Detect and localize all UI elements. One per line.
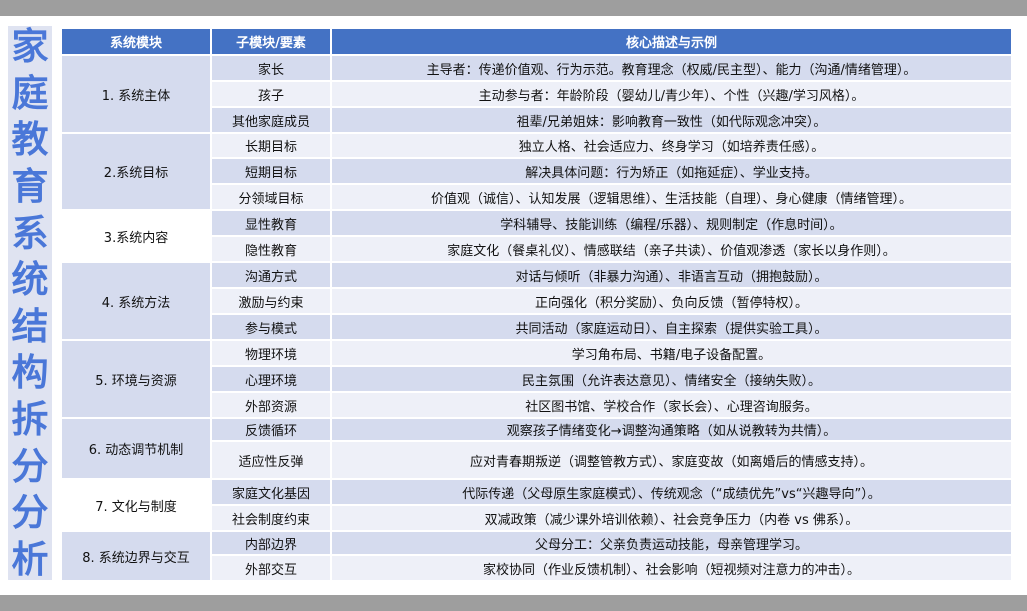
side-title-char: 统	[11, 258, 49, 302]
description-cell: 社区图书馆、学校合作（家长会）、心理咨询服务。	[330, 391, 1013, 419]
description-cell: 民主氛围（允许表达意见）、情绪安全（接纳失败）。	[330, 365, 1013, 393]
submodule-cell: 短期目标	[210, 157, 332, 185]
header-submodule: 子模块/要素	[210, 27, 332, 56]
submodule-cell: 反馈循环	[210, 417, 332, 442]
header-module: 系统模块	[60, 27, 212, 56]
description-cell: 祖辈/兄弟姐妹：影响教育一致性（如代际观念冲突）。	[330, 106, 1013, 134]
module-cell: 6. 动态调节机制	[60, 417, 212, 480]
submodule-cell: 沟通方式	[210, 261, 332, 289]
submodule-cell: 隐性教育	[210, 235, 332, 263]
table-row: 2.系统目标 长期目标 独立人格、社会适应力、终身学习（如培养责任感）。	[60, 132, 1013, 211]
side-title-char: 育	[11, 164, 49, 208]
description-cell: 家校协同（作业反馈机制）、社会影响（短视频对注意力的冲击）。	[330, 554, 1013, 582]
submodule-cell: 显性教育	[210, 209, 332, 237]
side-title-char: 结	[11, 304, 49, 348]
description-cell: 应对青春期叛逆（调整管教方式）、家庭变故（如离婚后的情感支持）。	[330, 440, 1013, 480]
submodule-cell: 内部边界	[210, 530, 332, 556]
side-title-char: 拆	[11, 398, 49, 441]
description-cell: 双减政策（减少课外培训依赖）、社会竞争压力（内卷 vs 佛系）。	[330, 504, 1013, 532]
module-cell: 1. 系统主体	[60, 54, 212, 134]
submodule-cell: 外部资源	[210, 391, 332, 419]
module-cell: 3.系统内容	[60, 209, 212, 263]
submodule-cell: 家长	[210, 54, 332, 82]
submodule-cell: 外部交互	[210, 554, 332, 582]
submodule-cell: 适应性反弹	[210, 440, 332, 480]
side-title-char: 家	[11, 25, 49, 68]
description-cell: 价值观（诚信）、认知发展（逻辑思维）、生活技能（自理）、身心健康（情绪管理）。	[330, 183, 1013, 211]
description-cell: 代际传递（父母原生家庭模式）、传统观念（“成绩优先”vs“兴趣导向”）。	[330, 478, 1013, 506]
side-title-char: 教	[11, 118, 49, 162]
table-row: 5. 环境与资源 物理环境 学习角布局、书籍/电子设备配置。	[60, 339, 1013, 419]
table-row: 6. 动态调节机制 反馈循环 观察孩子情绪变化→调整沟通策略（如从说教转为共情）…	[60, 417, 1013, 480]
module-cell: 8. 系统边界与交互	[60, 530, 212, 582]
description-cell: 主动参与者：年龄阶段（婴幼儿/青少年）、个性（兴趣/学习风格）。	[330, 80, 1013, 108]
side-title-char: 庭	[11, 71, 49, 115]
description-cell: 独立人格、社会适应力、终身学习（如培养责任感）。	[330, 132, 1013, 159]
description-cell: 主导者：传递价值观、行为示范。教育理念（权威/民主型）、能力（沟通/情绪管理）。	[330, 54, 1013, 82]
description-cell: 观察孩子情绪变化→调整沟通策略（如从说教转为共情）。	[330, 417, 1013, 442]
table-row: 8. 系统边界与交互 内部边界 父母分工：父亲负责运动技能，母亲管理学习。	[60, 530, 1013, 582]
side-title-char: 分	[11, 491, 49, 535]
bottom-border-bar	[0, 595, 1027, 611]
description-cell: 父母分工：父亲负责运动技能，母亲管理学习。	[330, 530, 1013, 556]
module-cell: 2.系统目标	[60, 132, 212, 211]
header-description: 核心描述与示例	[330, 27, 1013, 56]
side-title-char: 分	[11, 444, 49, 488]
submodule-cell: 其他家庭成员	[210, 106, 332, 134]
description-cell: 共同活动（家庭运动日）、自主探索（提供实验工具）。	[330, 313, 1013, 341]
table-row: 7. 文化与制度 家庭文化基因 代际传递（父母原生家庭模式）、传统观念（“成绩优…	[60, 478, 1013, 532]
description-cell: 学科辅导、技能训练（编程/乐器）、规则制定（作息时间）。	[330, 209, 1013, 237]
submodule-cell: 参与模式	[210, 313, 332, 341]
side-title-char: 系	[11, 211, 49, 255]
submodule-cell: 孩子	[210, 80, 332, 108]
submodule-cell: 社会制度约束	[210, 504, 332, 532]
table-row: 1. 系统主体 家长 主导者：传递价值观、行为示范。教育理念（权威/民主型）、能…	[60, 54, 1013, 134]
submodule-cell: 心理环境	[210, 365, 332, 393]
submodule-cell: 分领域目标	[210, 183, 332, 211]
description-cell: 学习角布局、书籍/电子设备配置。	[330, 339, 1013, 367]
side-title-char: 构	[11, 351, 49, 395]
module-cell: 7. 文化与制度	[60, 478, 212, 532]
module-cell: 4. 系统方法	[60, 261, 212, 341]
module-cell: 5. 环境与资源	[60, 339, 212, 419]
submodule-cell: 长期目标	[210, 132, 332, 159]
table-row: 4. 系统方法 沟通方式 对话与倾听（非暴力沟通）、非语言互动（拥抱鼓励）。	[60, 261, 1013, 341]
description-cell: 对话与倾听（非暴力沟通）、非语言互动（拥抱鼓励）。	[330, 261, 1013, 289]
table-row: 3.系统内容 显性教育 学科辅导、技能训练（编程/乐器）、规则制定（作息时间）。	[60, 209, 1013, 263]
submodule-cell: 激励与约束	[210, 287, 332, 315]
side-title: 家 庭 教 育 系 统 结 构 拆 分 分 析	[8, 26, 52, 580]
side-title-char: 析	[11, 537, 49, 581]
description-cell: 家庭文化（餐桌礼仪）、情感联结（亲子共读）、价值观渗透（家长以身作则）。	[330, 235, 1013, 263]
submodule-cell: 物理环境	[210, 339, 332, 367]
description-cell: 正向强化（积分奖励）、负向反馈（暂停特权）。	[330, 287, 1013, 315]
submodule-cell: 家庭文化基因	[210, 478, 332, 506]
top-border-bar	[0, 0, 1027, 16]
description-cell: 解决具体问题：行为矫正（如拖延症）、学业支持。	[330, 157, 1013, 185]
table-header-row: 系统模块 子模块/要素 核心描述与示例	[60, 27, 1013, 56]
structure-table: 系统模块 子模块/要素 核心描述与示例 1. 系统主体 家长 主导者：传递价值观…	[60, 27, 1013, 582]
